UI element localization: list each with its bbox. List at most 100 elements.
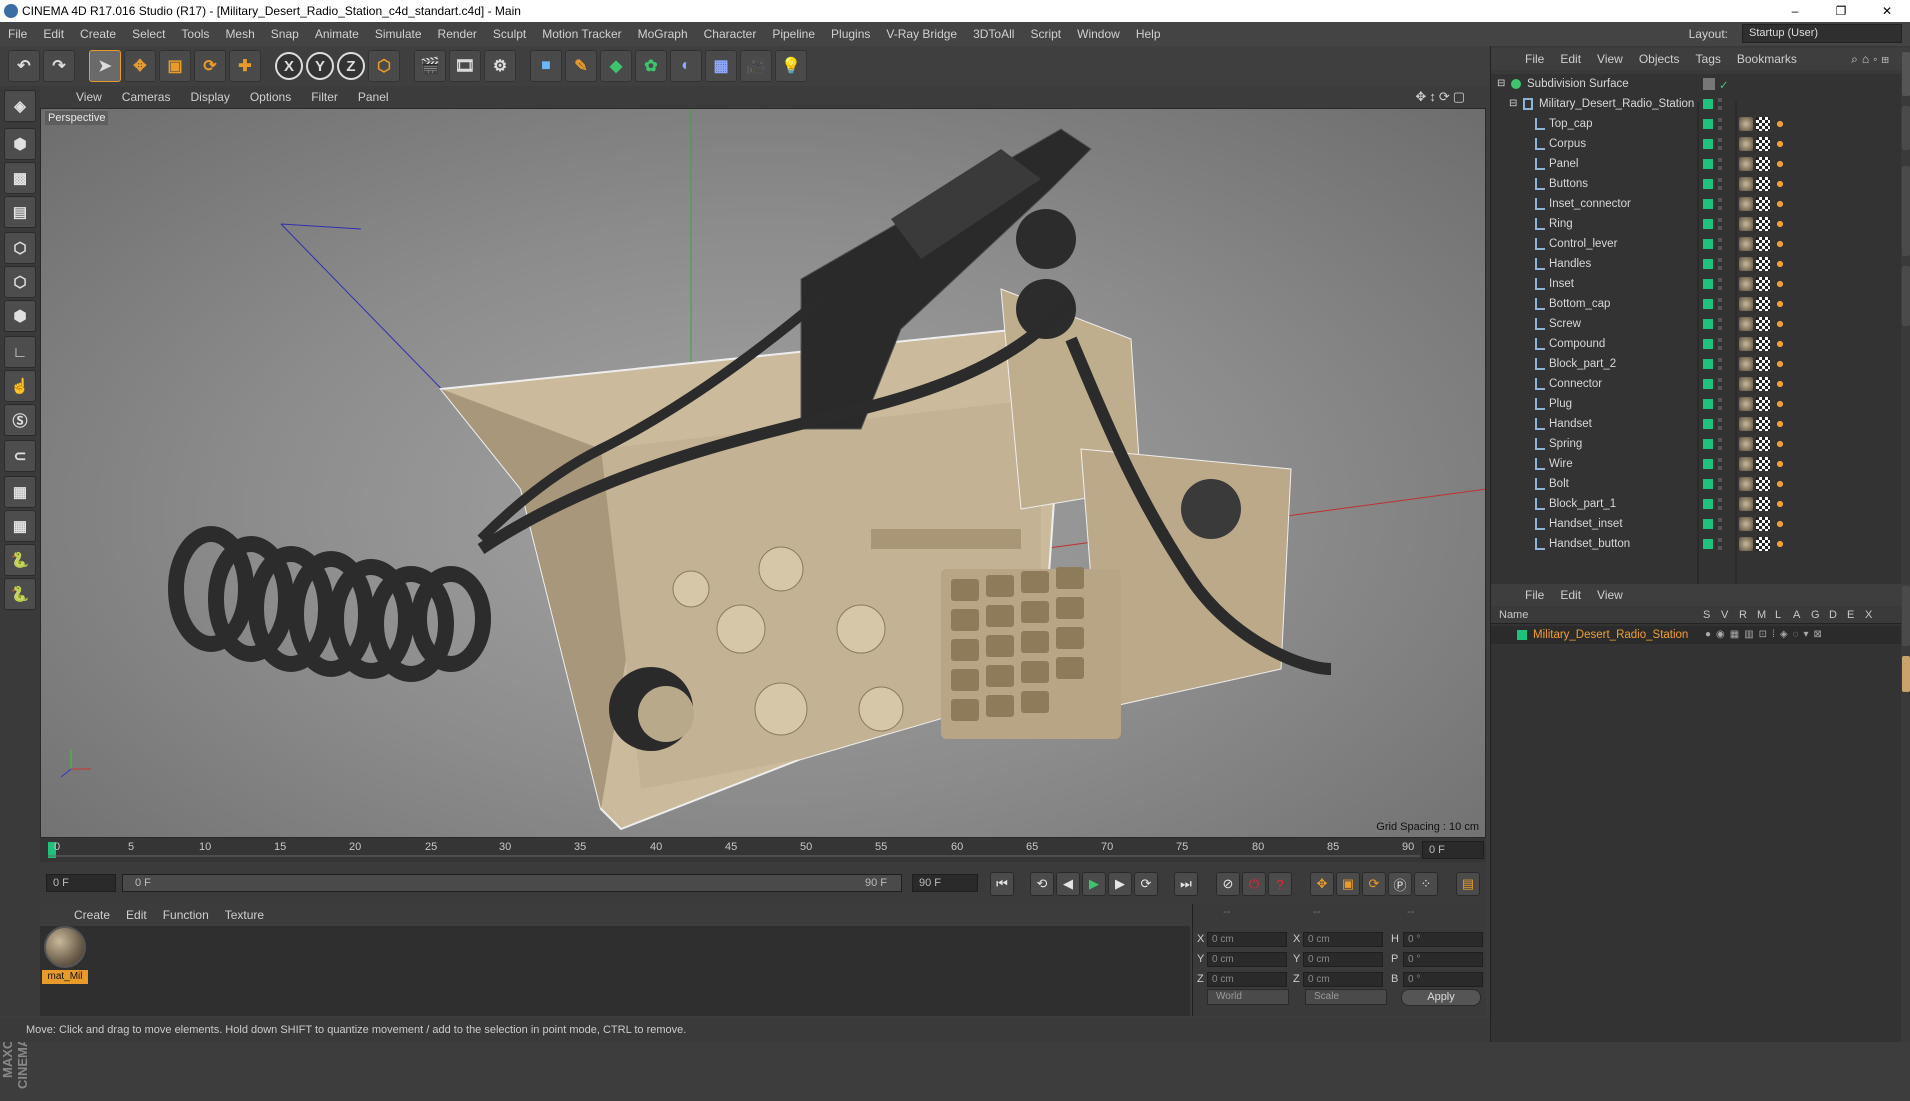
mograph-cloner-icon[interactable]: ✿ [635, 50, 667, 82]
deformer-icon[interactable]: ◐ [670, 50, 702, 82]
object-row-child[interactable]: Handset_button [1491, 534, 1901, 554]
object-row-child[interactable]: Plug [1491, 394, 1901, 414]
planar-workplane-icon[interactable]: ▦ [4, 510, 36, 542]
timeline-ruler[interactable]: 0 5 10 15 20 25 30 35 40 45 50 55 60 65 … [40, 838, 1486, 862]
visibility-dot[interactable] [1703, 279, 1713, 289]
material-tag-icon[interactable] [1739, 517, 1753, 531]
visibility-dot[interactable] [1703, 239, 1713, 249]
menu-vray-bridge[interactable]: V-Ray Bridge [878, 27, 965, 41]
viewport-menu-cameras[interactable]: Cameras [112, 90, 181, 104]
menu-3dtoall[interactable]: 3DToAll [965, 27, 1022, 41]
render-view-icon[interactable]: 🎬 [414, 50, 446, 82]
model-mode-icon[interactable]: ⬢ [4, 128, 36, 160]
record-keys-icon[interactable]: ⊘ [1216, 872, 1240, 896]
material-tag-icon[interactable] [1739, 137, 1753, 151]
edges-mode-icon[interactable]: ⬡ [4, 266, 36, 298]
visibility-dot[interactable] [1703, 419, 1713, 429]
uvw-tag-icon[interactable] [1756, 377, 1770, 391]
object-row-child[interactable]: Handles [1491, 254, 1901, 274]
go-to-end-icon[interactable]: ⏭ [1174, 872, 1198, 896]
render-dots[interactable] [1718, 458, 1722, 470]
record-parameter-icon[interactable]: Ⓟ [1388, 872, 1412, 896]
z-axis-lock-button[interactable]: Z [337, 52, 365, 80]
render-dots[interactable] [1718, 358, 1722, 370]
side-tab-attributes[interactable] [1902, 586, 1910, 646]
start-frame-field[interactable]: 0 F [46, 874, 116, 892]
selection-tag-icon[interactable] [1773, 197, 1787, 211]
selection-tag-icon[interactable] [1773, 297, 1787, 311]
record-pla-icon[interactable]: ⁘ [1414, 872, 1438, 896]
search-icon[interactable]: ⌕⌂◦⊞ [1843, 52, 1901, 67]
pos-x-field[interactable]: 0 cm [1207, 932, 1287, 947]
menu-edit[interactable]: Edit [35, 27, 72, 41]
menu-character[interactable]: Character [696, 27, 765, 41]
menu-file[interactable]: File [0, 27, 35, 41]
material-tag-icon[interactable] [1739, 217, 1753, 231]
material-tag-icon[interactable] [1739, 457, 1753, 471]
frame-range-slider[interactable]: 0 F 90 F [122, 874, 902, 892]
material-label[interactable]: mat_Mil [42, 970, 88, 984]
visibility-dot[interactable] [1703, 199, 1713, 209]
visibility-dot[interactable] [1703, 159, 1713, 169]
uvw-tag-icon[interactable] [1756, 177, 1770, 191]
uvw-tag-icon[interactable] [1756, 397, 1770, 411]
visibility-dot[interactable] [1703, 139, 1713, 149]
locked-workplane-icon[interactable]: ▦ [4, 476, 36, 508]
selection-tag-icon[interactable] [1773, 537, 1787, 551]
rotate-icon[interactable]: ⟳ [194, 50, 226, 82]
render-dots[interactable] [1718, 418, 1722, 430]
material-tag-icon[interactable] [1739, 277, 1753, 291]
light-icon[interactable]: 💡 [775, 50, 807, 82]
material-tag-icon[interactable] [1739, 397, 1753, 411]
selection-tag-icon[interactable] [1773, 257, 1787, 271]
redo-icon[interactable]: ↷ [43, 50, 75, 82]
material-tag-icon[interactable] [1739, 117, 1753, 131]
timeline-window-icon[interactable]: ▤ [1456, 872, 1480, 896]
subdivision-icon[interactable]: ◆ [600, 50, 632, 82]
selection-tag-icon[interactable] [1773, 117, 1787, 131]
object-row-child[interactable]: Corpus [1491, 134, 1901, 154]
menu-render[interactable]: Render [430, 27, 485, 41]
rot-h-field[interactable]: 0 ° [1403, 932, 1483, 947]
selection-tag-icon[interactable] [1773, 137, 1787, 151]
object-row-child[interactable]: Spring [1491, 434, 1901, 454]
scale-icon[interactable]: ▣ [159, 50, 191, 82]
uvw-tag-icon[interactable] [1756, 437, 1770, 451]
layer-menu-edit[interactable]: Edit [1552, 588, 1589, 602]
render-dots[interactable] [1718, 438, 1722, 450]
uvw-tag-icon[interactable] [1756, 277, 1770, 291]
uvw-tag-icon[interactable] [1756, 477, 1770, 491]
render-dots[interactable] [1718, 498, 1722, 510]
selection-tag-icon[interactable] [1773, 397, 1787, 411]
python-script-2-icon[interactable]: 🐍 [4, 578, 36, 610]
render-dots[interactable] [1718, 178, 1722, 190]
object-row-child[interactable]: Handset [1491, 414, 1901, 434]
object-menu-objects[interactable]: Objects [1631, 52, 1688, 66]
object-menu-bookmarks[interactable]: Bookmarks [1729, 52, 1805, 66]
menu-create[interactable]: Create [72, 27, 124, 41]
selection-tag-icon[interactable] [1773, 277, 1787, 291]
render-settings-icon[interactable]: ⚙ [484, 50, 516, 82]
material-tag-icon[interactable] [1739, 477, 1753, 491]
next-key-icon[interactable]: ⟳ [1134, 872, 1158, 896]
uvw-tag-icon[interactable] [1756, 217, 1770, 231]
selection-tag-icon[interactable] [1773, 237, 1787, 251]
render-dots[interactable] [1718, 478, 1722, 490]
points-mode-icon[interactable]: ⬡ [4, 232, 36, 264]
render-dots[interactable] [1718, 118, 1722, 130]
menu-simulate[interactable]: Simulate [367, 27, 430, 41]
uvw-tag-icon[interactable] [1756, 237, 1770, 251]
object-row-child[interactable]: Screw [1491, 314, 1901, 334]
polygons-mode-icon[interactable]: ⬢ [4, 300, 36, 332]
object-row-subdivision-surface[interactable]: ⊟ Subdivision Surface ✓ [1491, 74, 1901, 94]
material-menu-function[interactable]: Function [155, 908, 217, 922]
uvw-tag-icon[interactable] [1756, 417, 1770, 431]
pen-spline-icon[interactable]: ✎ [565, 50, 597, 82]
viewport-menu-filter[interactable]: Filter [301, 90, 348, 104]
object-row-child[interactable]: Bottom_cap [1491, 294, 1901, 314]
material-tag-icon[interactable] [1739, 497, 1753, 511]
floor-icon[interactable]: ▦ [705, 50, 737, 82]
record-rotation-icon[interactable]: ⟳ [1362, 872, 1386, 896]
render-dots[interactable] [1718, 198, 1722, 210]
render-dots[interactable] [1718, 378, 1722, 390]
